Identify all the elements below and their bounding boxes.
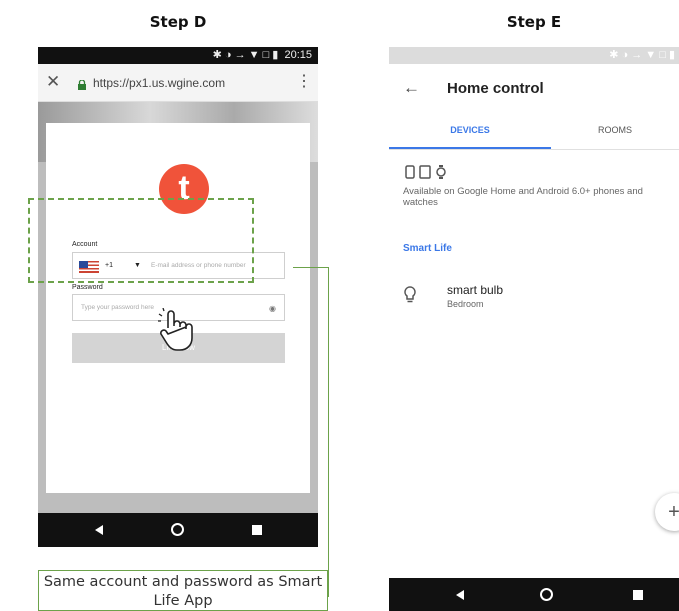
- android-nav-bar: [38, 513, 318, 547]
- plus-icon[interactable]: +: [655, 493, 679, 531]
- menu-dots-icon[interactable]: ⋮: [296, 72, 312, 92]
- nav-home-icon[interactable]: [171, 523, 184, 536]
- password-input[interactable]: Type your password here: [81, 304, 154, 311]
- bulb-icon: [403, 285, 417, 305]
- nav-recents-icon[interactable]: [633, 590, 643, 600]
- hand-cursor-icon: [158, 307, 196, 352]
- tab-devices[interactable]: DEVICES: [389, 121, 551, 149]
- watch-icon: [436, 165, 446, 179]
- step-d-title: Step D: [149, 13, 207, 31]
- status-bar: ✱ ◑ → ▼ □ ▮ 20:15: [38, 47, 318, 64]
- eye-icon[interactable]: ◉: [269, 304, 276, 313]
- browser-url-bar: ✕ https://px1.us.wgine.com ⋮: [38, 64, 318, 102]
- device-room: Bedroom: [447, 299, 484, 309]
- nav-back-icon[interactable]: [456, 590, 464, 600]
- step-e-title: Step E: [506, 13, 562, 31]
- lock-icon: [78, 77, 86, 90]
- back-arrow-icon[interactable]: ←: [403, 78, 420, 98]
- url-text[interactable]: https://px1.us.wgine.com: [93, 74, 225, 92]
- nav-home-icon[interactable]: [540, 588, 553, 601]
- status-icons: ✱ ◑ → ▼ □ ▮: [609, 49, 675, 61]
- phone-screen-step-d: ✱ ◑ → ▼ □ ▮ 20:15 ✕ https://px1.us.wgine…: [38, 47, 318, 547]
- status-time: 20:15: [284, 49, 312, 61]
- page-title: Home control: [447, 80, 544, 97]
- tablet-icon: [419, 165, 431, 179]
- status-bar: ✱ ◑ → ▼ □ ▮: [389, 47, 679, 64]
- credentials-highlight: [28, 198, 254, 283]
- password-label: Password: [72, 284, 103, 291]
- phone-icon: [405, 165, 415, 179]
- status-icons: ✱ ◑ → ▼ □ ▮: [212, 49, 279, 61]
- close-icon[interactable]: ✕: [46, 71, 64, 93]
- tab-divider: [389, 149, 679, 150]
- tab-rooms[interactable]: ROOMS: [551, 121, 679, 149]
- callout-connector: [293, 267, 329, 597]
- device-name[interactable]: smart bulb: [447, 283, 503, 297]
- nav-recents-icon[interactable]: [252, 525, 262, 535]
- callout-text: Same account and password as Smart Life …: [38, 570, 328, 611]
- android-nav-bar: [389, 578, 679, 611]
- phone-screen-step-e: ✱ ◑ → ▼ □ ▮ ← Home control DEVICES ROOMS…: [389, 47, 679, 611]
- device-type-icons: [405, 165, 465, 179]
- availability-text: Available on Google Home and Android 6.0…: [403, 186, 643, 208]
- section-smart-life: Smart Life: [403, 243, 452, 254]
- nav-back-icon[interactable]: [95, 525, 103, 535]
